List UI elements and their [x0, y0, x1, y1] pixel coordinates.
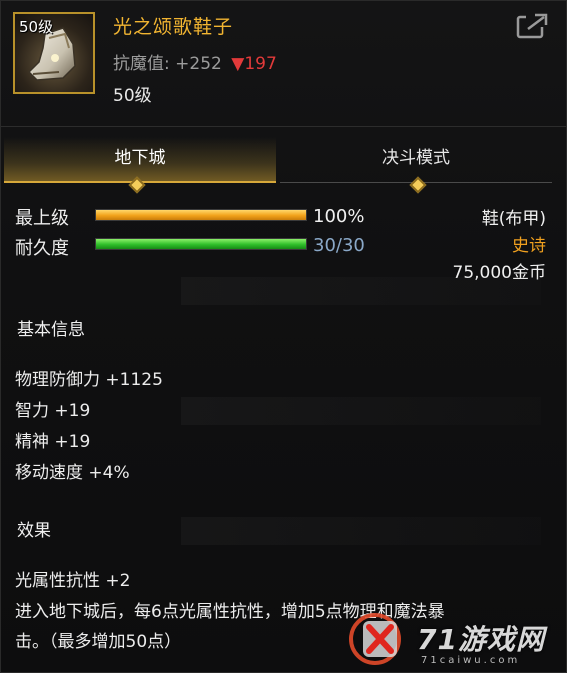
background-row	[181, 397, 541, 425]
basic-info-title: 基本信息	[17, 320, 85, 340]
tab-duel-mode[interactable]: 决斗模式	[280, 137, 552, 183]
item-level-badge: 50级	[19, 18, 54, 36]
attr-line: 精神 +19	[15, 432, 91, 452]
durability-label: 耐久度	[15, 238, 69, 259]
background-row	[181, 277, 541, 305]
durability-value: 30/30	[313, 235, 365, 256]
item-name: 光之颂歌鞋子	[113, 16, 234, 38]
durability-bar	[95, 238, 307, 250]
max-level-bar	[95, 209, 307, 221]
max-level-bar-fill	[96, 210, 306, 220]
watermark-url: 71caiwu.com	[421, 655, 521, 666]
effects-title: 效果	[17, 521, 51, 541]
background-row	[181, 517, 541, 545]
attr-line: 移动速度 +4%	[15, 463, 130, 483]
share-export-icon[interactable]	[516, 11, 550, 41]
effect-line: 光属性抗性 +2	[15, 571, 131, 591]
attr-line: 智力 +19	[15, 401, 91, 421]
effect-line: 击。（最多增加50点）	[15, 632, 182, 652]
down-arrow-icon: ▼	[231, 54, 245, 74]
durability-bar-fill	[96, 239, 306, 249]
max-level-value: 100%	[313, 206, 365, 227]
resist-down-value: 197	[244, 54, 277, 74]
item-tooltip-panel: 50级 光之颂歌鞋子 抗魔值: +252 ▼197 50级 地下城 决斗模式 最…	[0, 0, 567, 673]
item-icon-frame[interactable]: 50级	[13, 12, 95, 94]
resist-label: 抗魔值:	[113, 54, 170, 74]
item-rarity: 史诗	[512, 236, 546, 256]
resist-stat-line: 抗魔值: +252 ▼197	[113, 49, 277, 74]
attr-line: 物理防御力 +1125	[15, 370, 163, 390]
max-level-label: 最上级	[15, 208, 69, 229]
resist-value: +252	[175, 54, 222, 74]
item-type: 鞋(布甲)	[481, 209, 546, 229]
required-level: 50级	[113, 86, 152, 106]
header-divider	[1, 126, 566, 127]
tab-dungeon[interactable]: 地下城	[4, 137, 276, 183]
watermark-text: 71游戏网	[417, 623, 545, 656]
